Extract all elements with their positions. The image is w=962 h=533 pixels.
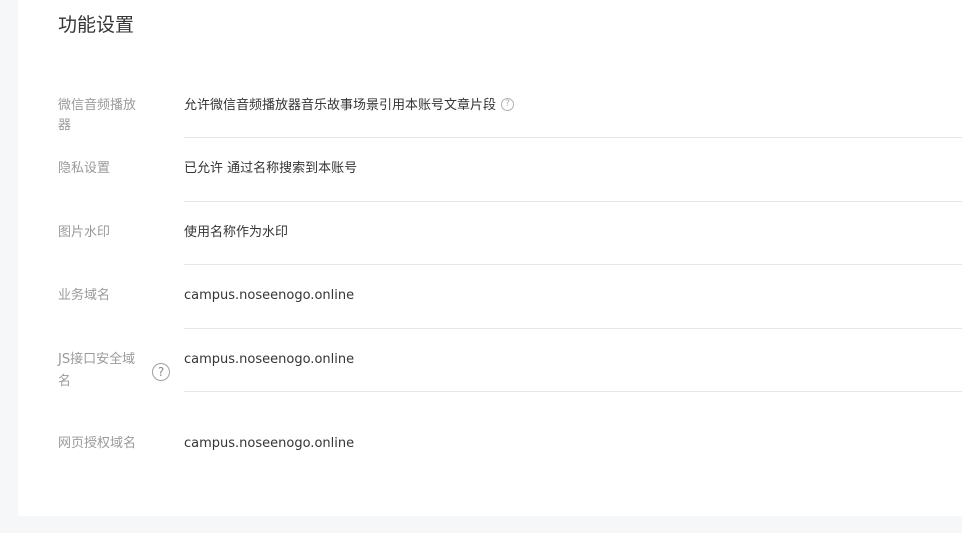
setting-label-audio-player: 微信音频播放器 [58, 98, 137, 133]
setting-label-js-domain: JS接口安全域名 [58, 352, 136, 389]
row-divider [184, 391, 962, 392]
settings-panel: 功能设置 微信音频播放器 允许微信音频播放器音乐故事场景引用本账号文章片段? 隐… [18, 0, 962, 516]
setting-label-watermark: 图片水印 [58, 225, 111, 240]
setting-label-privacy: 隐私设置 [58, 161, 111, 176]
setting-value-privacy: 已允许 通过名称搜索到本账号 [184, 161, 358, 176]
setting-value-business-domain: campus.noseenogo.online [184, 288, 355, 303]
setting-value-js-domain: campus.noseenogo.online [184, 352, 355, 367]
setting-label-business-domain: 业务域名 [58, 288, 111, 303]
setting-value-watermark: 使用名称作为水印 [184, 225, 289, 240]
setting-value-oauth-domain: campus.noseenogo.online [184, 436, 355, 451]
row-divider [184, 201, 962, 202]
row-divider [184, 328, 962, 329]
question-circle-icon[interactable]: ? [501, 98, 515, 111]
setting-value-audio-player: 允许微信音频播放器音乐故事场景引用本账号文章片段? [184, 96, 515, 116]
setting-label-oauth-domain: 网页授权域名 [58, 436, 137, 451]
setting-value-audio-player-text: 允许微信音频播放器音乐故事场景引用本账号文章片段 [184, 98, 497, 113]
row-divider [184, 264, 962, 265]
question-circle-icon[interactable]: ? [152, 363, 170, 381]
section-title: 功能设置 [58, 14, 135, 36]
row-divider [184, 137, 962, 138]
